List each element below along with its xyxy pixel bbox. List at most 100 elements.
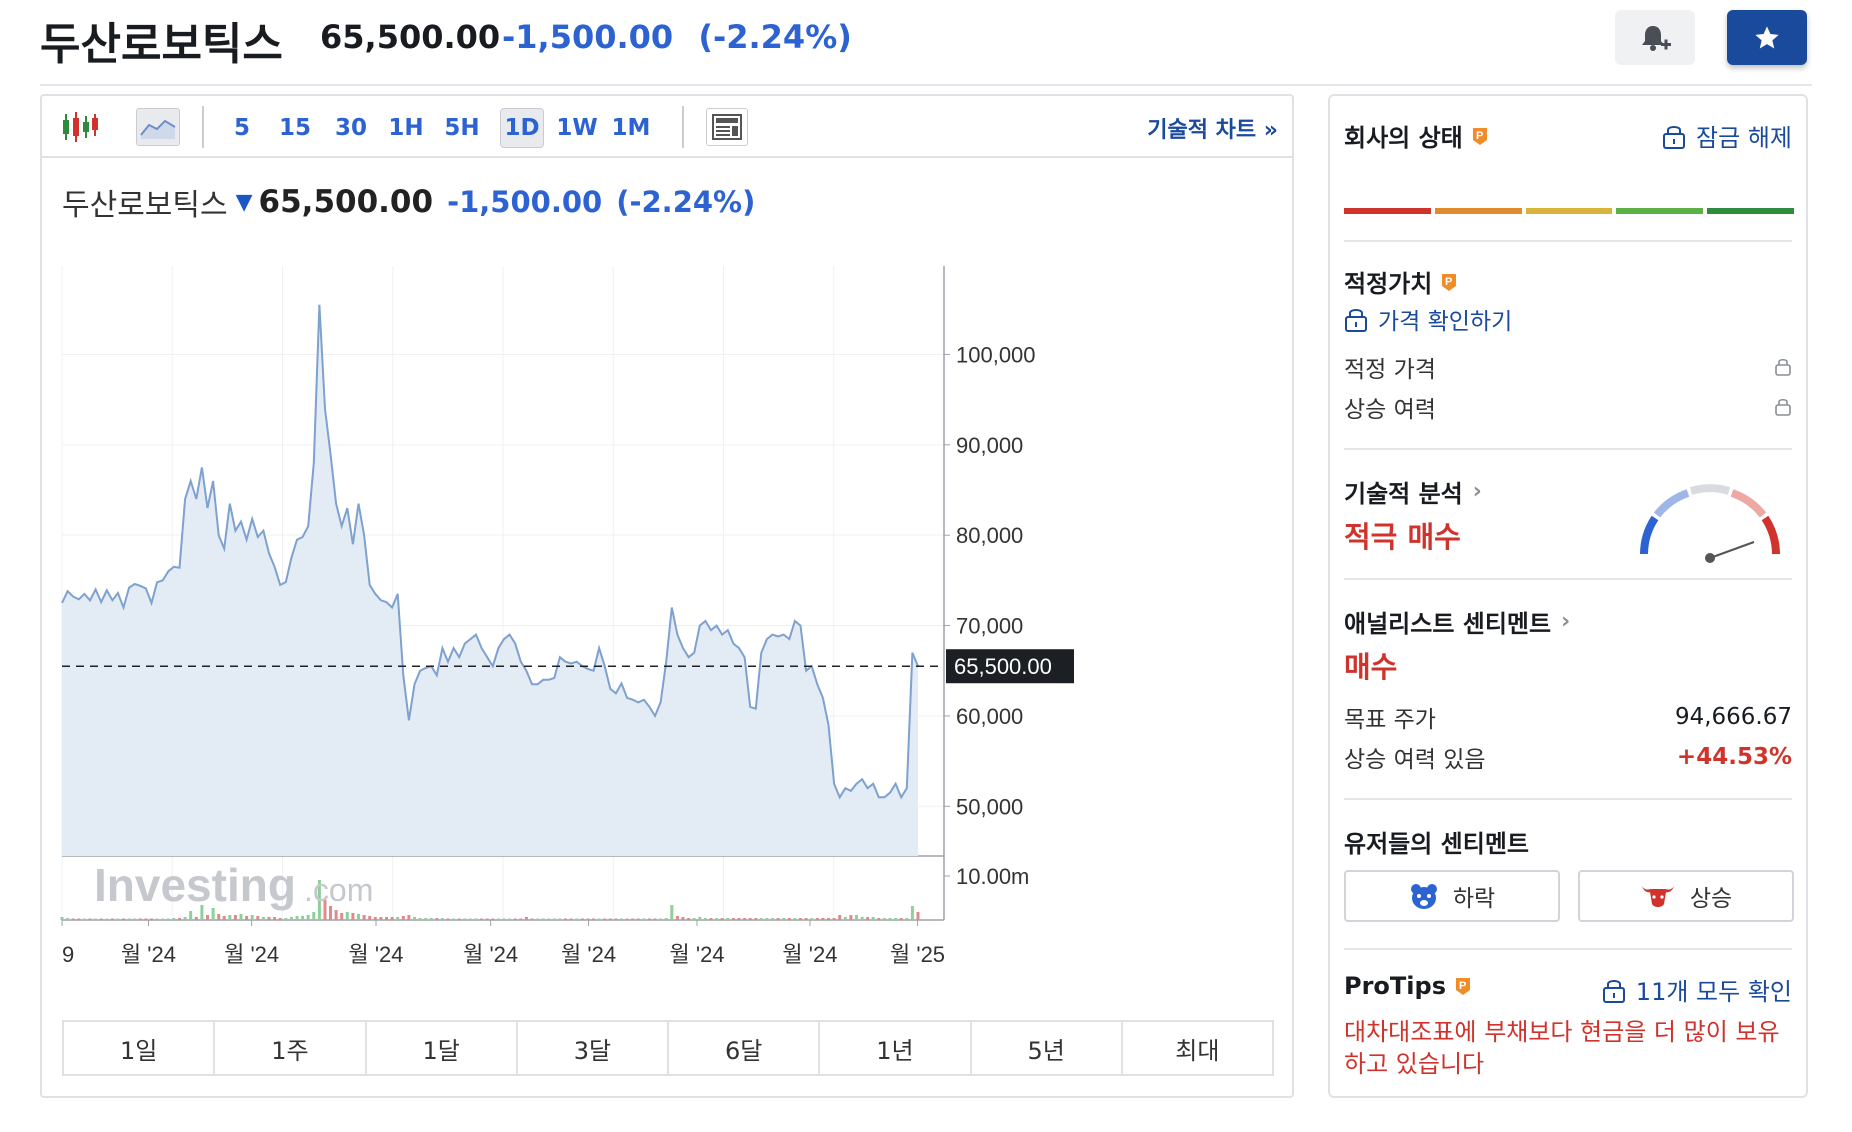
chart-stock-name: 두산로보틱스 [62,188,228,223]
protips-unlock-link[interactable]: 11개 모두 확인 [1602,972,1792,1007]
volume-bar [720,918,724,920]
chart-panel: 5 15 30 1H 5H 1D 1W 1M 기술적 차트 » 두산로보틱스 ▼… [40,94,1294,1098]
volume-bar [261,917,265,920]
volume-bar [765,918,769,920]
volume-bar [480,918,484,920]
volume-bar [122,918,125,920]
health-segment [1434,208,1522,214]
volume-bar [799,918,802,920]
toolbar-separator [682,106,684,148]
check-price-link[interactable]: 가격 확인하기 [1344,302,1792,336]
volume-bar [776,918,780,920]
x-tick-label: 월 '25 [890,942,945,967]
volume-bar [301,916,305,920]
interval-5[interactable]: 5 [228,108,256,148]
target-price-label: 목표 주가 [1344,707,1436,733]
volume-bar [172,918,176,920]
analyst-sentiment-link[interactable]: 애널리스트 센티멘트 › [1344,604,1792,639]
volume-bar [183,917,187,920]
volume-bar [838,915,842,920]
volume-bar [178,918,181,920]
price-chart[interactable]: 50,000 60,000 70,000 80,000 90,000 100,000 65… [42,246,1292,1056]
svg-text:P: P [1445,276,1452,288]
volume-bar [340,913,344,920]
volume-bar [642,918,646,920]
range-3m[interactable]: 3달 [518,1022,669,1074]
volume-bar [793,918,797,920]
stock-change-abs: -1,500.00 [502,18,674,56]
watchlist-button[interactable] [1727,10,1807,65]
volume-bar [94,918,98,920]
range-1w[interactable]: 1주 [215,1022,367,1074]
add-alert-button[interactable] [1615,10,1695,65]
volume-bar [418,918,422,920]
chevron-right-icon: › [1472,479,1482,504]
volume-bar [832,918,836,920]
volume-bar [597,918,601,920]
health-unlock-link[interactable]: 잠금 해제 [1662,118,1792,153]
volume-bar [105,918,109,920]
range-1y[interactable]: 1년 [820,1022,972,1074]
chart-toolbar: 5 15 30 1H 5H 1D 1W 1M 기술적 차트 » [42,96,1292,158]
volume-bar [133,918,137,920]
volume-bar [82,918,86,920]
chart-layout-button[interactable] [706,108,748,146]
volume-bar [580,918,584,920]
bearish-vote-button[interactable]: 하락 [1344,870,1560,922]
volume-bar [726,918,730,920]
area-chart-button[interactable] [136,108,180,146]
technical-signal: 적극 매수 [1344,520,1461,554]
y-tick-label: 100,000 [956,342,1036,367]
x-tick-label: 월 '24 [121,942,176,967]
interval-15[interactable]: 15 [278,108,312,148]
volume-bar [608,918,612,920]
interval-1w[interactable]: 1W [556,108,598,148]
volume-bar [547,918,551,920]
volume-bar [289,917,293,920]
volume-bar [888,918,892,920]
interval-1h[interactable]: 1H [388,108,424,148]
fair-value-section: 적정가치 P [1344,264,1792,299]
volume-bar [245,916,249,920]
volume-bar [295,916,299,920]
price-area-fill [62,304,918,856]
interval-1m[interactable]: 1M [610,108,652,148]
stock-change-pct: (-2.24%) [698,18,852,56]
volume-bar [810,918,814,920]
volume-bar [239,914,243,920]
volume-bar [715,918,719,920]
last-price-label: 65,500.00 [954,654,1052,679]
health-segment [1525,208,1613,214]
volume-bar [860,917,864,920]
interval-30[interactable]: 30 [334,108,368,148]
user-sentiment-section: 유저들의 센티멘트 [1344,824,1792,859]
y-tick-label: 80,000 [956,523,1023,548]
volume-bar [429,918,433,920]
pro-badge-icon: P [1455,978,1470,995]
volume-bar [144,918,148,920]
bullish-vote-button[interactable]: 상승 [1578,870,1794,922]
candlestick-chart-button[interactable] [58,108,102,146]
health-score-bar [1344,208,1794,214]
volume-bar [743,918,747,920]
volume-bar [150,918,153,920]
range-max[interactable]: 최대 [1123,1022,1272,1074]
range-5y[interactable]: 5년 [972,1022,1123,1074]
volume-bar [855,915,858,920]
area-chart-icon [140,119,176,139]
volume-bar [877,918,881,920]
volume-bar [631,918,635,920]
range-1m[interactable]: 1달 [367,1022,518,1074]
interval-5h[interactable]: 5H [442,108,482,148]
svg-text:P: P [1459,980,1466,992]
volume-bar [194,917,198,920]
interval-1d[interactable]: 1D [500,108,544,148]
section-divider [1344,798,1792,800]
fair-price-row: 적정 가격 [1344,350,1792,384]
range-1d[interactable]: 1일 [64,1022,216,1074]
volume-bar [468,918,472,920]
volume-bar [379,917,383,920]
volume-bar [636,918,640,920]
technical-chart-link[interactable]: 기술적 차트 » [1147,112,1278,144]
range-6m[interactable]: 6달 [669,1022,821,1074]
